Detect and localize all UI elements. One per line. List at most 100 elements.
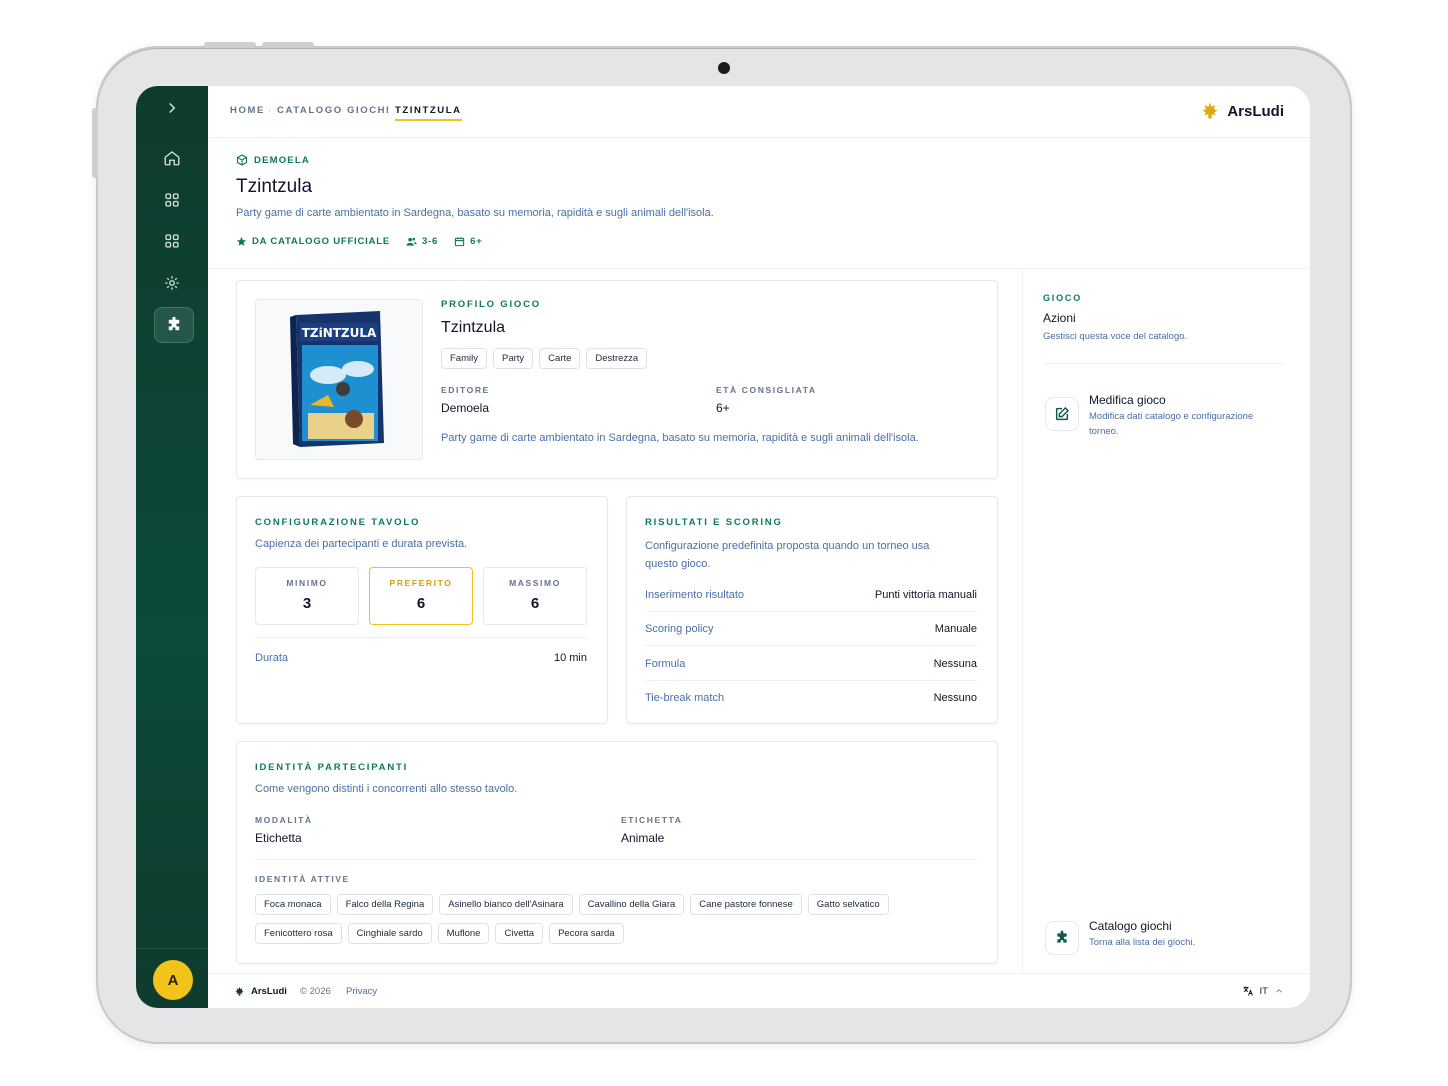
profile-card: TZiNTZULA PROFILO GIOCO Tzintzula Family… <box>236 280 998 479</box>
footer-brand[interactable]: ArsLudi <box>251 986 287 997</box>
min-players-stat: MINIMO 3 <box>255 567 359 625</box>
language-switcher[interactable]: IT <box>1242 985 1284 997</box>
identity-chip[interactable]: Falco della Regina <box>336 894 434 915</box>
calendar-icon <box>454 237 465 247</box>
identity-card: IDENTITÀ PARTECIPANTI Come vengono disti… <box>236 741 998 964</box>
brand[interactable]: ArsLudi <box>1200 101 1284 121</box>
grid-icon <box>165 193 179 207</box>
scoring-row: Inserimento risultato Punti vittoria man… <box>645 578 977 612</box>
grid-icon <box>165 234 179 248</box>
meta-age-label: 6+ <box>470 236 483 247</box>
sidebar-item-grid-1[interactable] <box>154 182 190 218</box>
publisher-field-label: EDITORE <box>441 385 490 395</box>
breadcrumb-home[interactable]: HOME <box>230 105 265 116</box>
chevron-up-icon <box>1276 989 1282 993</box>
identity-desc: Come vengono distinti i concorrenti allo… <box>255 783 518 795</box>
preferred-players-stat: PREFERITO 6 <box>369 567 473 625</box>
meta-catalog-label: DA CATALOGO UFFICIALE <box>252 236 390 247</box>
pref-value: 6 <box>416 595 426 612</box>
identity-chip[interactable]: Pecora sarda <box>549 923 624 944</box>
footer: ArsLudi © 2026 Privacy IT <box>208 973 1310 1008</box>
min-value: 3 <box>302 595 312 612</box>
edit-game-action[interactable]: Medifica gioco Modifica dati catalogo e … <box>1045 393 1275 439</box>
sidebar-item-grid-2[interactable] <box>154 223 190 259</box>
breadcrumb-separator: · <box>386 105 389 115</box>
identity-chip[interactable]: Foca monaca <box>255 894 331 915</box>
catalog-action[interactable]: Catalogo giochi Torna alla lista dei gio… <box>1045 919 1195 955</box>
identity-chip[interactable]: Cane pastore fonnese <box>690 894 802 915</box>
edit-icon <box>1055 406 1070 421</box>
avatar[interactable]: A <box>153 960 193 1000</box>
scoring-row-key: Scoring policy <box>645 622 714 635</box>
identity-chip[interactable]: Cavallino della Giara <box>578 894 685 915</box>
scoring-desc: Configurazione predefinita proposta quan… <box>645 540 930 570</box>
scoring-row-value: Punti vittoria manuali <box>874 588 977 601</box>
game-cover: TZiNTZULA <box>255 299 423 460</box>
identity-chip[interactable]: Fenicottero rosa <box>255 923 342 944</box>
sidebar-item-home[interactable] <box>154 140 190 176</box>
star-icon <box>236 236 247 246</box>
publisher-label: DEMOELA <box>254 154 310 166</box>
scoring-row-key: Inserimento risultato <box>645 588 745 601</box>
catalog-button[interactable] <box>1045 921 1079 955</box>
footer-copyright: © 2026 <box>300 986 331 997</box>
min-label: MINIMO <box>286 578 328 588</box>
tag-list: Family Party Carte Destrezza <box>441 348 653 369</box>
hardware-button <box>92 108 98 178</box>
game-box-image: TZiNTZULA <box>290 311 384 447</box>
edit-game-button[interactable] <box>1045 397 1079 431</box>
tag-type-value: Animale <box>621 831 665 845</box>
footer-privacy-link[interactable]: Privacy <box>346 986 377 997</box>
tag-chip[interactable]: Party <box>492 348 534 369</box>
brand-name: ArsLudi <box>1227 102 1284 120</box>
actions-desc: Gestisci questa voce del catalogo. <box>1043 331 1188 342</box>
duration-label: Durata <box>255 652 289 664</box>
sidebar-item-games[interactable] <box>154 307 194 343</box>
tag-chip[interactable]: Family <box>441 348 487 369</box>
scoring-row-key: Tie-break match <box>645 692 725 704</box>
identity-chip[interactable]: Muflone <box>437 923 490 944</box>
translate-icon <box>1243 986 1253 996</box>
table-config-label: CONFIGURAZIONE TAVOLO <box>255 517 421 528</box>
hardware-button <box>262 42 314 48</box>
duration-value: 10 min <box>553 652 587 664</box>
publisher-badge[interactable]: DEMOELA <box>236 154 310 166</box>
leaf-logo-icon <box>235 986 244 996</box>
expand-sidebar-button[interactable] <box>154 90 190 126</box>
puzzle-icon <box>1057 930 1067 943</box>
actions-title: Azioni <box>1043 311 1076 325</box>
divider <box>255 637 587 638</box>
table-config-desc: Capienza dei partecipanti e durata previ… <box>255 538 468 550</box>
breadcrumb-separator: · <box>268 105 271 115</box>
sidebar-item-settings[interactable] <box>154 265 190 301</box>
identity-label: IDENTITÀ PARTECIPANTI <box>255 762 409 773</box>
tag-chip[interactable]: Carte <box>539 348 581 369</box>
profile-section-label: PROFILO GIOCO <box>441 299 541 310</box>
identity-chip[interactable]: Asinello bianco dell'Asinara <box>439 894 573 915</box>
scoring-row-key: Formula <box>645 657 686 670</box>
sidebar-divider <box>136 948 208 949</box>
users-icon <box>406 237 417 246</box>
meta-players-label: 3-6 <box>422 236 439 247</box>
divider <box>1043 363 1284 364</box>
identity-chip[interactable]: Gatto selvatico <box>807 894 889 915</box>
max-label: MASSIMO <box>509 578 561 588</box>
identity-chip[interactable]: Civetta <box>495 923 544 944</box>
puzzle-icon <box>168 316 180 331</box>
identity-chip[interactable]: Cinghiale sardo <box>347 923 432 944</box>
meta-players: 3-6 <box>406 236 438 247</box>
scoring-row-value: Manuale <box>934 622 977 635</box>
tag-chip[interactable]: Destrezza <box>586 348 648 369</box>
actions-panel: GIOCO Azioni Gestisci questa voce del ca… <box>1022 269 1310 973</box>
breadcrumb-catalog[interactable]: CATALOGO GIOCHI <box>277 105 390 116</box>
active-identities-label: IDENTITÀ ATTIVE <box>255 874 350 884</box>
edit-game-title: Medifica gioco <box>1089 393 1166 407</box>
scoring-label: RISULTATI E SCORING <box>645 517 783 528</box>
sidebar: A <box>136 86 208 1008</box>
leaf-logo-icon <box>1202 102 1218 119</box>
catalog-desc: Torna alla lista dei giochi. <box>1089 937 1196 948</box>
actions-section-label: GIOCO <box>1043 293 1083 303</box>
home-icon <box>164 151 180 166</box>
mode-label: MODALITÀ <box>255 815 313 825</box>
gear-icon <box>165 276 179 290</box>
